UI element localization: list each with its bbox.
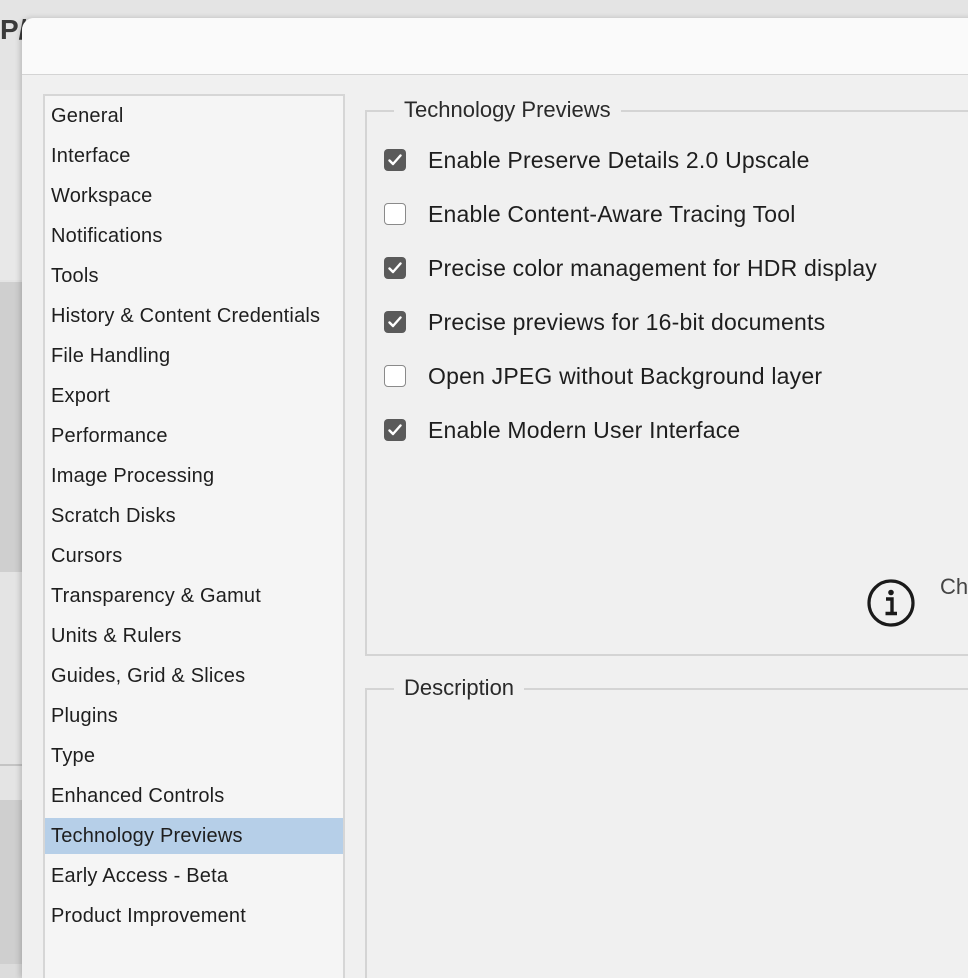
checkmark-icon <box>388 316 402 328</box>
description-group <box>365 688 968 978</box>
modern-ui-checkbox[interactable] <box>384 419 406 441</box>
sidebar-item-workspace[interactable]: Workspace <box>45 178 343 214</box>
content-aware-tracing-label: Enable Content-Aware Tracing Tool <box>428 200 796 227</box>
info-circle-icon <box>867 579 915 627</box>
checkmark-icon <box>388 262 402 274</box>
open-jpeg-checkbox[interactable] <box>384 365 406 387</box>
hdr-color-label: Precise color management for HDR display <box>428 254 878 281</box>
sidebar-item-export[interactable]: Export <box>45 378 343 414</box>
background-panel <box>0 90 24 280</box>
sidebar-item-product-improvement[interactable]: Product Improvement <box>45 898 343 934</box>
dialog-titlebar[interactable] <box>22 18 968 75</box>
sidebar-item-technology-previews[interactable]: Technology Previews <box>45 818 343 854</box>
preserve-details-label: Enable Preserve Details 2.0 Upscale <box>428 146 810 173</box>
option-open-jpeg-no-background[interactable]: Open JPEG without Background layer <box>384 361 822 391</box>
preserve-details-checkbox[interactable] <box>384 149 406 171</box>
preferences-sidebar: General Interface Workspace Notification… <box>43 94 345 978</box>
option-modern-ui[interactable]: Enable Modern User Interface <box>384 415 740 445</box>
sidebar-item-general[interactable]: General <box>45 98 343 134</box>
option-preserve-details-upscale[interactable]: Enable Preserve Details 2.0 Upscale <box>384 145 810 175</box>
option-hdr-color-management[interactable]: Precise color management for HDR display <box>384 253 877 283</box>
checkmark-icon <box>388 154 402 166</box>
sidebar-item-notifications[interactable]: Notifications <box>45 218 343 254</box>
sidebar-item-cursors[interactable]: Cursors <box>45 538 343 574</box>
background-panel <box>0 800 24 964</box>
sidebar-item-performance[interactable]: Performance <box>45 418 343 454</box>
sidebar-item-file-handling[interactable]: File Handling <box>45 338 343 374</box>
sidebar-item-tools[interactable]: Tools <box>45 258 343 294</box>
background-panel <box>0 282 24 572</box>
sidebar-item-scratch-disks[interactable]: Scratch Disks <box>45 498 343 534</box>
content-aware-tracing-checkbox[interactable] <box>384 203 406 225</box>
preferences-dialog: General Interface Workspace Notification… <box>22 18 968 978</box>
background-divider <box>0 764 24 766</box>
info-text: Ch <box>940 574 968 599</box>
open-jpeg-label: Open JPEG without Background layer <box>428 362 823 389</box>
hdr-color-checkbox[interactable] <box>384 257 406 279</box>
16bit-previews-label: Precise previews for 16-bit documents <box>428 308 826 335</box>
description-title: Description <box>394 674 525 702</box>
modern-ui-label: Enable Modern User Interface <box>428 416 741 443</box>
option-content-aware-tracing[interactable]: Enable Content-Aware Tracing Tool <box>384 199 796 229</box>
checkmark-icon <box>388 424 402 436</box>
sidebar-item-interface[interactable]: Interface <box>45 138 343 174</box>
option-16bit-previews[interactable]: Precise previews for 16-bit documents <box>384 307 825 337</box>
technology-previews-title: Technology Previews <box>394 96 621 124</box>
sidebar-item-early-access-beta[interactable]: Early Access - Beta <box>45 858 343 894</box>
sidebar-item-type[interactable]: Type <box>45 738 343 774</box>
sidebar-item-transparency-gamut[interactable]: Transparency & Gamut <box>45 578 343 614</box>
sidebar-item-history[interactable]: History & Content Credentials <box>45 298 343 334</box>
sidebar-item-units-rulers[interactable]: Units & Rulers <box>45 618 343 654</box>
sidebar-item-image-processing[interactable]: Image Processing <box>45 458 343 494</box>
sidebar-item-plugins[interactable]: Plugins <box>45 698 343 734</box>
16bit-previews-checkbox[interactable] <box>384 311 406 333</box>
sidebar-item-guides-grid-slices[interactable]: Guides, Grid & Slices <box>45 658 343 694</box>
sidebar-item-enhanced-controls[interactable]: Enhanced Controls <box>45 778 343 814</box>
